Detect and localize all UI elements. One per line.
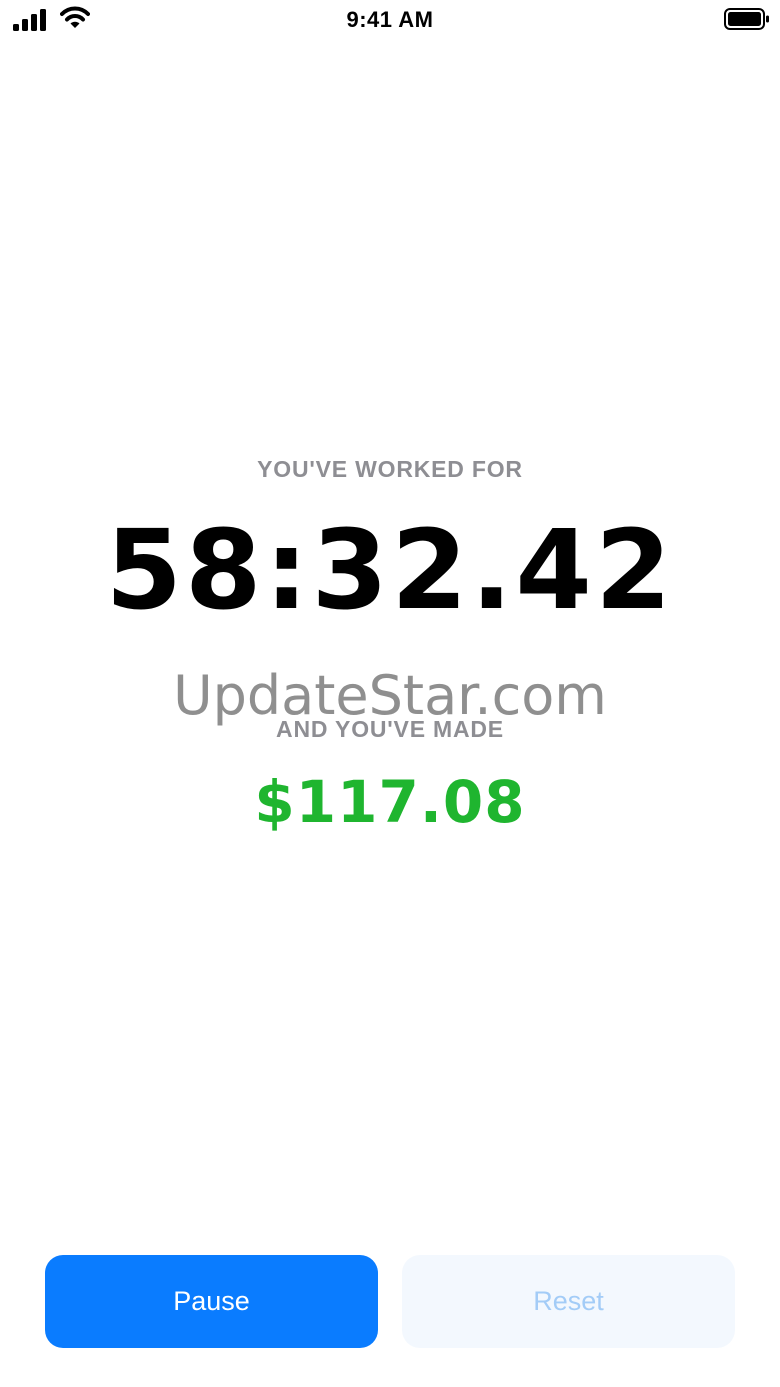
reset-button[interactable]: Reset bbox=[402, 1255, 735, 1348]
pause-button[interactable]: Pause bbox=[45, 1255, 378, 1348]
made-label: AND YOU'VE MADE bbox=[276, 716, 504, 742]
worked-label: YOU'VE WORKED FOR bbox=[257, 456, 523, 482]
earnings-amount: $117.08 bbox=[254, 768, 526, 836]
elapsed-timer: 58:32.42 bbox=[105, 506, 675, 634]
status-time: 9:41 AM bbox=[346, 7, 434, 32]
app-screen: 9:41 AM YOU'VE WORKED FOR 58:32.42 Updat… bbox=[0, 0, 780, 1387]
status-bar: 9:41 AM bbox=[0, 0, 780, 40]
battery-icon bbox=[724, 8, 770, 35]
